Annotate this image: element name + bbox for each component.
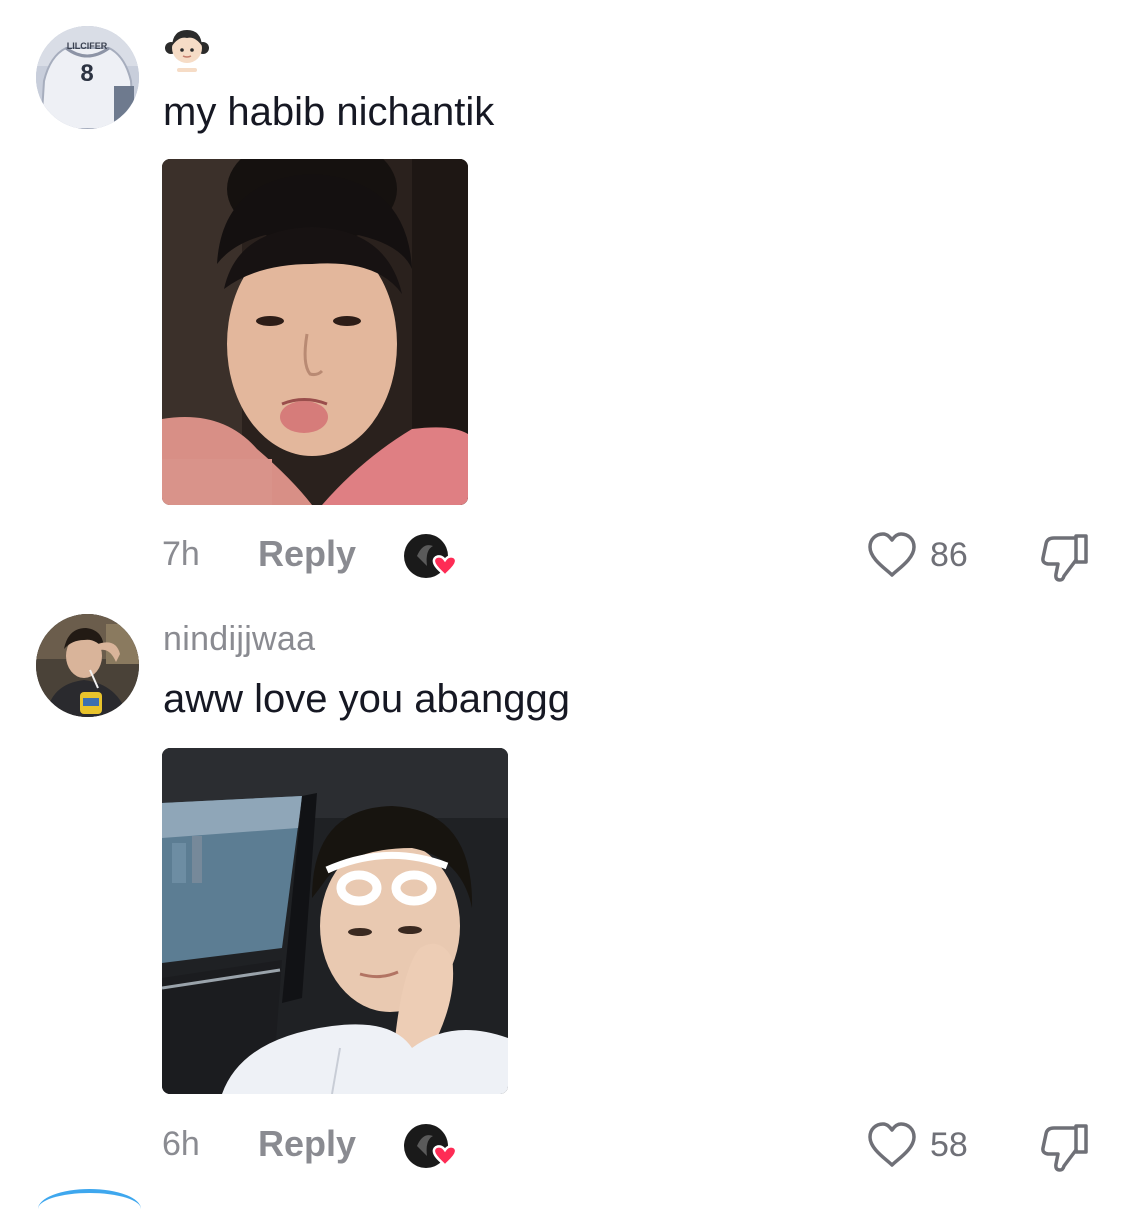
profile-avatar-image — [36, 614, 139, 717]
avatar[interactable]: LILCIFER 8 — [36, 26, 139, 129]
comment-text: aww love you abanggg — [163, 677, 570, 721]
comment-item: LILCIFER 8 my habib nichantik 7h Reply 8… — [0, 0, 1135, 600]
comment-text: my habib nichantik — [163, 90, 495, 134]
like-count: 86 — [930, 536, 968, 574]
comment-actions: 6h Reply 58 — [0, 1115, 1135, 1175]
girl-emoji-icon — [163, 24, 211, 72]
heart-outline-icon[interactable] — [866, 1121, 918, 1169]
reply-button[interactable]: Reply — [258, 1123, 356, 1165]
comment-actions: 7h Reply 86 — [0, 525, 1135, 585]
comment-time: 6h — [162, 1125, 200, 1163]
avatar[interactable] — [36, 614, 139, 717]
jersey-avatar-image: LILCIFER 8 — [36, 26, 139, 129]
creator-liked-icon — [403, 532, 459, 582]
heart-outline-icon[interactable] — [866, 531, 918, 579]
comment-username[interactable]: nindijjwaa — [163, 620, 315, 659]
thumbs-down-icon[interactable] — [1038, 530, 1092, 584]
thumbs-down-icon[interactable] — [1038, 1120, 1092, 1174]
svg-text:8: 8 — [80, 60, 93, 87]
creator-liked-icon — [403, 1122, 459, 1172]
like-count: 58 — [930, 1126, 968, 1164]
comment-time: 7h — [162, 535, 200, 573]
selfie-pink-shirt-photo[interactable] — [162, 159, 468, 505]
car-selfie-photo[interactable] — [162, 748, 508, 1094]
next-comment-avatar[interactable] — [38, 1189, 141, 1229]
reply-button[interactable]: Reply — [258, 533, 356, 575]
svg-text:LILCIFER: LILCIFER — [67, 41, 108, 51]
comment-item: nindijjwaa aww love you abanggg 6h Reply… — [0, 600, 1135, 1190]
